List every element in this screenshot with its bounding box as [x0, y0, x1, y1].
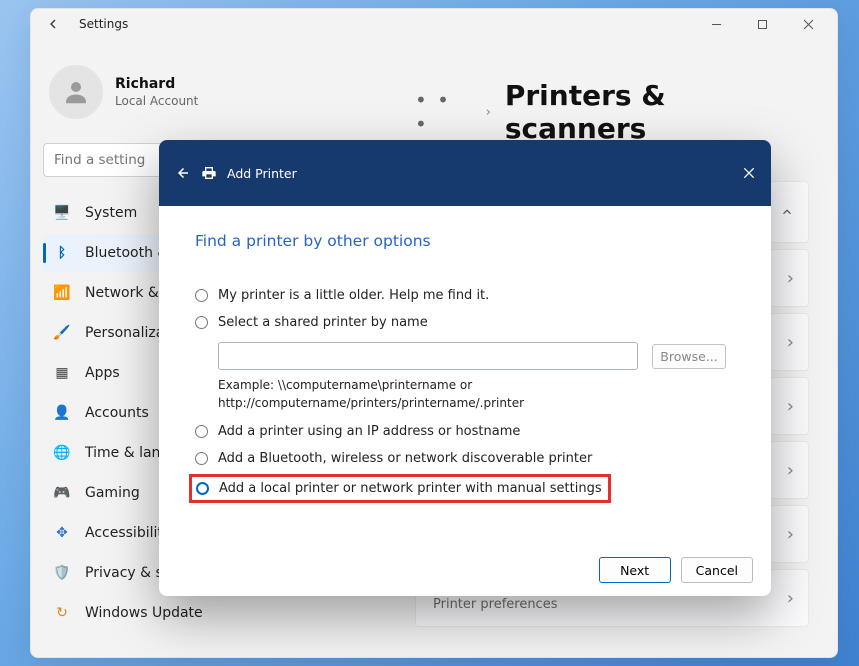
radio-label: Add a printer using an IP address or hos… [218, 424, 520, 439]
chevron-right-icon: › [486, 105, 491, 120]
radio-icon [195, 425, 208, 438]
example-text: Example: \\computername\printername or h… [218, 376, 735, 412]
radio-icon [195, 452, 208, 465]
bluetooth-icon: ᛒ [53, 244, 71, 262]
dialog-header: Add Printer [159, 140, 771, 206]
title-bar: Settings [31, 9, 837, 39]
chevron-right-icon [787, 524, 794, 545]
account-block[interactable]: Richard Local Account [43, 47, 343, 143]
maximize-button[interactable] [739, 9, 785, 39]
chevron-right-icon [787, 460, 794, 481]
avatar-icon [49, 65, 103, 119]
brush-icon: 🖌️ [53, 324, 71, 342]
radio-label: Select a shared printer by name [218, 315, 428, 330]
radio-label: Add a Bluetooth, wireless or network dis… [218, 451, 592, 466]
shield-icon: 🛡️ [53, 564, 71, 582]
radio-option-shared[interactable]: Select a shared printer by name [195, 315, 735, 330]
breadcrumb: • • • › Printers & scanners [415, 79, 809, 145]
person-icon: 👤 [53, 404, 71, 422]
radio-option-local[interactable]: Add a local printer or network printer w… [196, 481, 602, 496]
nav-item-label: Accounts [85, 405, 149, 421]
app-title: Settings [79, 17, 128, 31]
gamepad-icon: 🎮 [53, 484, 71, 502]
accessibility-icon: ✥ [53, 524, 71, 542]
account-type: Local Account [115, 94, 198, 108]
close-icon[interactable] [741, 165, 757, 181]
minimize-button[interactable] [693, 9, 739, 39]
apps-icon: ▦ [53, 364, 71, 382]
chevron-right-icon [787, 396, 794, 417]
preferences-heading-peek: Printer preferences [433, 597, 557, 612]
radio-option-older[interactable]: My printer is a little older. Help me fi… [195, 288, 735, 303]
nav-item-label: Bluetooth & [85, 245, 168, 261]
display-icon: 🖥️ [53, 204, 71, 222]
close-button[interactable] [785, 9, 831, 39]
account-name: Richard [115, 76, 198, 92]
page-title: Printers & scanners [505, 79, 809, 145]
nav-item-label: System [85, 205, 137, 221]
highlight-box: Add a local printer or network printer w… [189, 474, 611, 503]
cancel-button[interactable]: Cancel [681, 557, 753, 583]
radio-label: My printer is a little older. Help me fi… [218, 288, 489, 303]
chevron-right-icon [787, 588, 794, 609]
dialog-heading: Find a printer by other options [195, 232, 735, 250]
radio-option-ip[interactable]: Add a printer using an IP address or hos… [195, 424, 735, 439]
radio-icon [196, 482, 209, 495]
browse-button[interactable]: Browse... [652, 344, 726, 369]
shared-printer-input[interactable] [218, 342, 638, 370]
update-icon: ↻ [53, 604, 71, 622]
nav-item-label: Network & i [85, 285, 167, 301]
add-printer-dialog: Add Printer Find a printer by other opti… [159, 140, 771, 596]
chevron-right-icon [787, 332, 794, 353]
back-icon[interactable] [173, 164, 191, 182]
printer-icon [201, 165, 217, 181]
next-button[interactable]: Next [599, 557, 671, 583]
shared-printer-sub: Browse... Example: \\computername\printe… [218, 342, 735, 412]
chevron-right-icon [787, 268, 794, 289]
chevron-up-icon [780, 205, 794, 219]
dialog-title: Add Printer [227, 166, 297, 181]
radio-option-bluetooth[interactable]: Add a Bluetooth, wireless or network dis… [195, 451, 735, 466]
nav-item-update[interactable]: ↻ Windows Update [43, 594, 343, 632]
nav-item-label: Gaming [85, 485, 140, 501]
dialog-footer: Next Cancel [159, 544, 771, 596]
back-icon[interactable] [45, 16, 61, 32]
nav-item-label: Windows Update [85, 605, 203, 621]
breadcrumb-more-icon[interactable]: • • • [415, 88, 472, 136]
wifi-icon: 📶 [53, 284, 71, 302]
radio-icon [195, 289, 208, 302]
globe-icon: 🌐 [53, 444, 71, 462]
radio-icon [195, 316, 208, 329]
radio-label: Add a local printer or network printer w… [219, 481, 602, 496]
radio-list: My printer is a little older. Help me fi… [195, 288, 735, 499]
nav-item-label: Apps [85, 365, 120, 381]
dialog-body: Find a printer by other options My print… [159, 206, 771, 544]
